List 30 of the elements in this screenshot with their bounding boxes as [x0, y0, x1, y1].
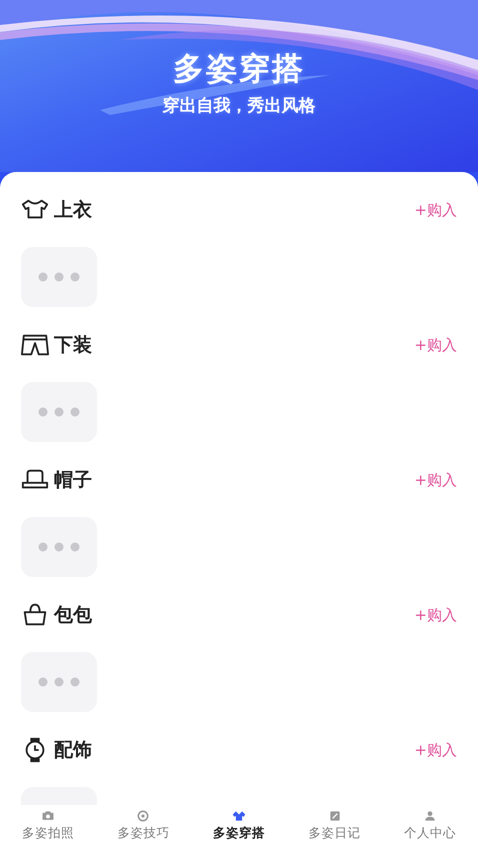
category-title: 上衣: [54, 198, 92, 223]
pencil-icon: [328, 809, 342, 823]
more-tile[interactable]: [21, 652, 97, 712]
tab[interactable]: 多姿日记: [308, 825, 361, 842]
shirt-icon: [232, 809, 246, 823]
target-icon: [136, 809, 150, 823]
person-icon: [423, 809, 438, 823]
camera-icon: [40, 809, 55, 823]
more-tile[interactable]: [21, 382, 97, 442]
buy-button[interactable]: +购入: [414, 738, 457, 762]
category-title: 下装: [54, 333, 92, 358]
more-icon: [38, 407, 80, 417]
more-icon: [38, 677, 80, 687]
tab[interactable]: 个人中心: [404, 825, 456, 842]
tab[interactable]: 多姿技巧: [117, 825, 170, 842]
more-tile[interactable]: [21, 517, 97, 577]
buy-button[interactable]: +购入: [414, 198, 457, 222]
more-icon: [38, 542, 80, 552]
category-title: 配饰: [54, 738, 92, 763]
app-title: 多姿穿搭: [173, 50, 305, 89]
tab[interactable]: 多姿拍照: [22, 825, 74, 842]
buy-button[interactable]: +购入: [414, 334, 457, 356]
buy-button[interactable]: +购入: [414, 604, 457, 626]
tab[interactable]: 多姿穿搭: [212, 825, 265, 842]
category-title: 包包: [54, 603, 92, 628]
app-slogan: 穿出自我，秀出风格: [162, 95, 316, 117]
category-title: 帽子: [54, 468, 92, 493]
buy-button[interactable]: +购入: [414, 468, 457, 492]
more-tile[interactable]: [21, 247, 97, 307]
more-icon: [38, 272, 80, 282]
